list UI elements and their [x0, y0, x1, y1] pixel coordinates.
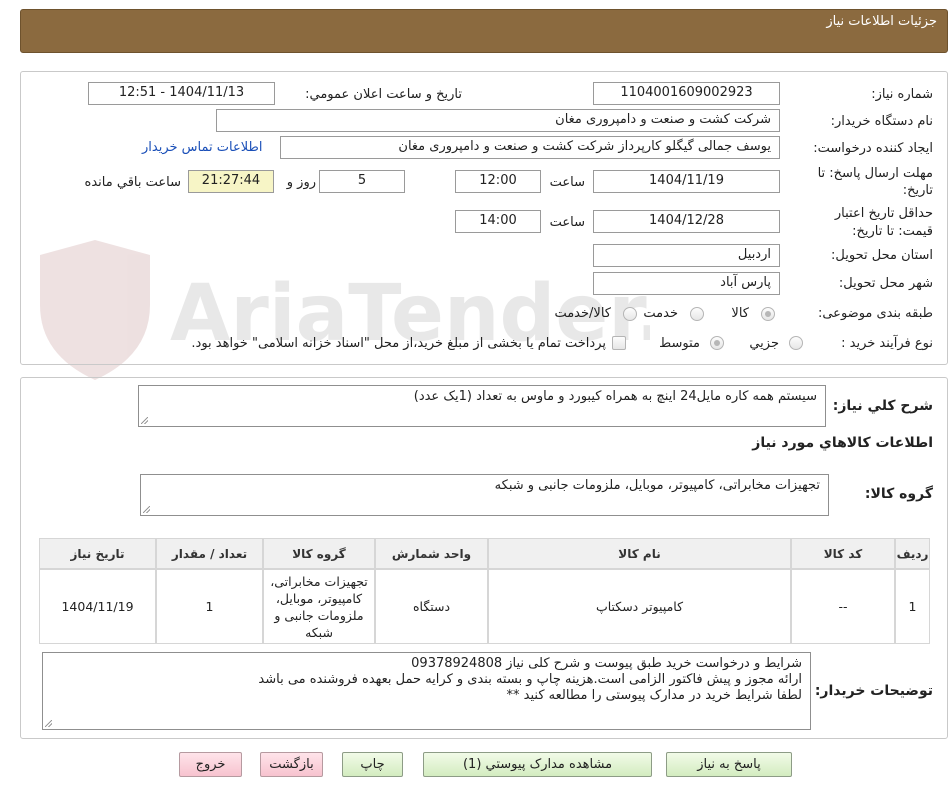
- validity-date-field: 1404/12/28: [593, 210, 780, 233]
- need-number-field: 1104001609002923: [593, 82, 780, 105]
- description-text: سیستم همه کاره مایل24 اینچ به همراه کیبو…: [413, 389, 817, 404]
- cell-code: --: [791, 569, 895, 644]
- treasury-payment-note: پرداخت تمام يا بخشی از مبلغ خريد،از محل …: [191, 336, 606, 351]
- remaining-time-field: 21:27:44: [188, 170, 274, 193]
- days-label: روز و: [286, 175, 316, 190]
- col-header-quantity: تعداد / مقدار: [156, 538, 263, 569]
- process-radio-medium[interactable]: [710, 336, 724, 350]
- buyer-notes-line-1: شرایط و درخواست خرید طبق پیوست و شرح کلی…: [411, 656, 802, 671]
- cell-need-date: 1404/11/19: [39, 569, 156, 644]
- back-button[interactable]: بازگشت: [260, 752, 323, 777]
- process-label: نوع فرآيند خريد :: [841, 336, 933, 351]
- category-radio-goods[interactable]: [761, 307, 775, 321]
- print-button[interactable]: چاپ: [342, 752, 403, 777]
- category-option-both: کالا/خدمت: [554, 306, 611, 321]
- city-field: پارس آباد: [593, 272, 780, 295]
- category-radio-service[interactable]: [690, 307, 704, 321]
- cell-row-number: 1: [895, 569, 930, 644]
- deadline-label-line1: مهلت ارسال پاسخ: تا: [817, 166, 933, 181]
- resize-grip-icon[interactable]: [45, 720, 52, 727]
- category-option-service: خدمت: [643, 306, 678, 321]
- col-header-need-date: تاريخ نياز: [39, 538, 156, 569]
- need-number-label: شماره نياز:: [871, 87, 933, 102]
- respond-button[interactable]: پاسخ به نياز: [666, 752, 792, 777]
- validity-time-field: 14:00: [455, 210, 541, 233]
- category-label: طبقه بندی موضوعی:: [817, 306, 933, 321]
- goods-group-label: گروه کالا:: [864, 486, 933, 502]
- remaining-label: ساعت باقي مانده: [84, 175, 181, 190]
- buyer-notes-textarea: شرایط و درخواست خرید طبق پیوست و شرح کلی…: [42, 652, 811, 730]
- creator-field: یوسف جمالی گیگلو کارپرداز شرکت کشت و صنع…: [280, 136, 780, 159]
- col-header-code: کد کالا: [791, 538, 895, 569]
- announce-field: 1404/11/13 - 12:51: [88, 82, 275, 105]
- process-option-minor: جزيي: [749, 336, 779, 351]
- buyer-field: شرکت کشت و صنعت و دامپروری مغان: [216, 109, 780, 132]
- goods-group-textarea: تجهیزات مخابراتی، کامپیوتر، موبایل، ملزو…: [140, 474, 829, 516]
- cell-unit: دستگاه: [375, 569, 488, 644]
- goods-section-title: اطلاعات کالاهاي مورد نياز: [752, 435, 933, 451]
- goods-table: رديف کد کالا نام کالا واحد شمارش گروه کا…: [39, 538, 930, 644]
- days-field: 5: [319, 170, 405, 193]
- col-header-row-number: رديف: [895, 538, 930, 569]
- description-textarea: سیستم همه کاره مایل24 اینچ به همراه کیبو…: [138, 385, 826, 427]
- col-header-group: گروه کالا: [263, 538, 375, 569]
- deadline-time-field: 12:00: [455, 170, 541, 193]
- buyer-notes-line-2: ارائه مجوز و پیش فاکتور الزامی است.هزینه…: [258, 672, 802, 687]
- exit-button[interactable]: خروج: [179, 752, 242, 777]
- validity-label-line1: حداقل تاريخ اعتبار: [834, 206, 933, 221]
- cell-group: تجهیزات مخابراتی، کامپیوتر، موبایل، ملزو…: [263, 569, 375, 644]
- deadline-time-label: ساعت: [549, 175, 585, 190]
- process-option-medium: متوسط: [659, 336, 700, 351]
- col-header-name: نام کالا: [488, 538, 791, 569]
- resize-grip-icon[interactable]: [143, 506, 150, 513]
- buyer-notes-line-3: لطفا شرایط خرید در مدارک پیوستی را مطالع…: [506, 688, 802, 703]
- process-radio-minor[interactable]: [789, 336, 803, 350]
- province-field: اردبیل: [593, 244, 780, 267]
- contact-info-link[interactable]: اطلاعات تماس خريدار: [142, 140, 262, 155]
- province-label: استان محل تحويل:: [831, 248, 933, 263]
- buyer-label: نام دستگاه خريدار:: [830, 114, 933, 129]
- goods-group-text: تجهیزات مخابراتی، کامپیوتر، موبایل، ملزو…: [494, 478, 820, 493]
- cell-quantity: 1: [156, 569, 263, 644]
- cell-name: کامپیوتر دسکتاپ: [488, 569, 791, 644]
- deadline-date-field: 1404/11/19: [593, 170, 780, 193]
- col-header-unit: واحد شمارش: [375, 538, 488, 569]
- deadline-label-line2: تاريخ:: [902, 183, 933, 198]
- resize-grip-icon[interactable]: [141, 417, 148, 424]
- page-title: جزئيات اطلاعات نياز: [826, 14, 937, 29]
- validity-label-line2: قيمت: تا تاريخ:: [852, 224, 933, 239]
- city-label: شهر محل تحويل:: [838, 276, 933, 291]
- treasury-payment-checkbox[interactable]: [612, 336, 626, 350]
- buyer-notes-label: توضيحات خريدار:: [814, 683, 933, 699]
- category-radio-both[interactable]: [623, 307, 637, 321]
- description-label: شرح کلي نياز:: [832, 398, 933, 414]
- view-attachments-button[interactable]: مشاهده مدارک پيوستي (1): [423, 752, 652, 777]
- validity-time-label: ساعت: [549, 215, 585, 230]
- page-header: [20, 9, 948, 53]
- announce-label: تاريخ و ساعت اعلان عمومي:: [305, 87, 462, 102]
- creator-label: ايجاد کننده درخواست:: [813, 141, 933, 156]
- category-option-goods: کالا: [731, 306, 749, 321]
